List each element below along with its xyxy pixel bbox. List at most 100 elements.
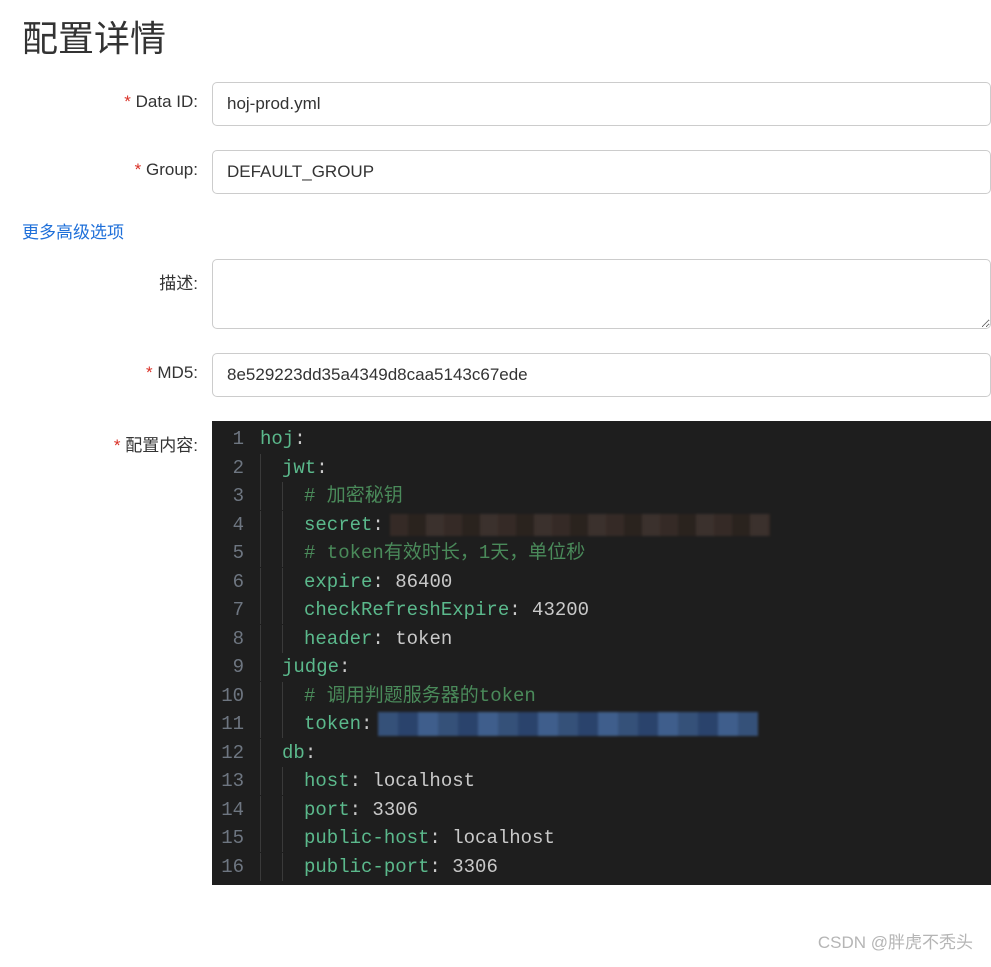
token-colon: :: [339, 656, 350, 678]
token-key: header: [304, 628, 372, 650]
indent-guide: [260, 596, 282, 624]
code-line[interactable]: 14port: 3306: [212, 796, 991, 825]
code-line[interactable]: 1hoj:: [212, 425, 991, 454]
token-colon: :: [429, 827, 452, 849]
line-number: 16: [212, 853, 260, 882]
line-number: 15: [212, 824, 260, 853]
indent-guide: [260, 539, 282, 567]
indent-guide: [282, 568, 304, 596]
token-number: 43200: [532, 599, 589, 621]
indent-guide: [260, 739, 282, 767]
indent-guide: [260, 511, 282, 539]
token-colon: :: [372, 514, 383, 536]
token-key: expire: [304, 571, 372, 593]
token-colon: :: [361, 713, 372, 735]
token-key: checkRefreshExpire: [304, 599, 509, 621]
code-line[interactable]: 7checkRefreshExpire: 43200: [212, 596, 991, 625]
indent-guide: [282, 539, 304, 567]
input-md5[interactable]: [212, 353, 991, 397]
line-number: 4: [212, 511, 260, 540]
indent-guide: [260, 568, 282, 596]
watermark: CSDN @胖虎不秃头: [818, 928, 973, 953]
line-content: public-port: 3306: [260, 853, 991, 882]
advanced-options-link[interactable]: 更多高级选项: [0, 218, 991, 259]
token-key: token: [304, 713, 361, 735]
line-content: secret:: [260, 511, 991, 540]
code-line[interactable]: 2jwt:: [212, 454, 991, 483]
indent-guide: [260, 824, 282, 852]
code-line[interactable]: 4secret:: [212, 511, 991, 540]
code-line[interactable]: 9judge:: [212, 653, 991, 682]
code-line[interactable]: 8header: token: [212, 625, 991, 654]
page-title: 配置详情: [0, 0, 991, 82]
token-key: host: [304, 770, 350, 792]
line-number: 3: [212, 482, 260, 511]
indent-guide: [282, 682, 304, 710]
row-data-id: Data ID:: [0, 82, 991, 126]
code-line[interactable]: 3# 加密秘钥: [212, 482, 991, 511]
token-colon: :: [372, 628, 395, 650]
code-line[interactable]: 15public-host: localhost: [212, 824, 991, 853]
indent-guide: [282, 824, 304, 852]
line-number: 12: [212, 739, 260, 768]
input-group[interactable]: [212, 150, 991, 194]
indent-guide: [282, 853, 304, 881]
line-content: checkRefreshExpire: 43200: [260, 596, 991, 625]
indent-guide: [260, 653, 282, 681]
token-key: db: [282, 742, 305, 764]
line-number: 1: [212, 425, 260, 454]
line-content: # 加密秘钥: [260, 482, 991, 511]
line-content: # 调用判题服务器的token: [260, 682, 991, 711]
token-colon: :: [350, 770, 373, 792]
line-number: 14: [212, 796, 260, 825]
token-key: port: [304, 799, 350, 821]
code-line[interactable]: 5# token有效时长，1天，单位秒: [212, 539, 991, 568]
indent-guide: [260, 682, 282, 710]
line-content: header: token: [260, 625, 991, 654]
token-colon: :: [429, 856, 452, 878]
indent-guide: [282, 625, 304, 653]
indent-guide: [282, 710, 304, 738]
token-colon: :: [372, 571, 395, 593]
code-line[interactable]: 11token:: [212, 710, 991, 739]
indent-guide: [282, 596, 304, 624]
token-colon: :: [509, 599, 532, 621]
line-content: # token有效时长，1天，单位秒: [260, 539, 991, 568]
token-colon: :: [294, 428, 305, 450]
line-content: public-host: localhost: [260, 824, 991, 853]
input-description[interactable]: [212, 259, 991, 329]
line-content: db:: [260, 739, 991, 768]
label-md5: MD5:: [22, 353, 212, 383]
redacted-token: [378, 712, 758, 736]
token-colon: :: [350, 799, 373, 821]
label-content: 配置内容:: [22, 421, 212, 456]
row-description: 描述:: [0, 259, 991, 329]
row-md5: MD5:: [0, 353, 991, 397]
token-key: public-host: [304, 827, 429, 849]
code-line[interactable]: 13host: localhost: [212, 767, 991, 796]
token-value: token: [395, 628, 452, 650]
line-content: port: 3306: [260, 796, 991, 825]
line-number: 5: [212, 539, 260, 568]
line-content: expire: 86400: [260, 568, 991, 597]
label-group: Group:: [22, 150, 212, 180]
indent-guide: [282, 511, 304, 539]
code-line[interactable]: 16public-port: 3306: [212, 853, 991, 882]
indent-guide: [260, 710, 282, 738]
token-number: 3306: [372, 799, 418, 821]
token-number: 3306: [452, 856, 498, 878]
code-line[interactable]: 6expire: 86400: [212, 568, 991, 597]
code-editor[interactable]: 1hoj:2jwt:3# 加密秘钥4secret:5# token有效时长，1天…: [212, 421, 991, 885]
line-number: 7: [212, 596, 260, 625]
row-group: Group:: [0, 150, 991, 194]
code-line[interactable]: 10# 调用判题服务器的token: [212, 682, 991, 711]
token-value: localhost: [372, 770, 475, 792]
token-number: 86400: [395, 571, 452, 593]
token-colon: :: [316, 457, 327, 479]
code-line[interactable]: 12db:: [212, 739, 991, 768]
token-key: secret: [304, 514, 372, 536]
indent-guide: [282, 796, 304, 824]
line-number: 6: [212, 568, 260, 597]
token-key: judge: [282, 656, 339, 678]
input-data-id[interactable]: [212, 82, 991, 126]
